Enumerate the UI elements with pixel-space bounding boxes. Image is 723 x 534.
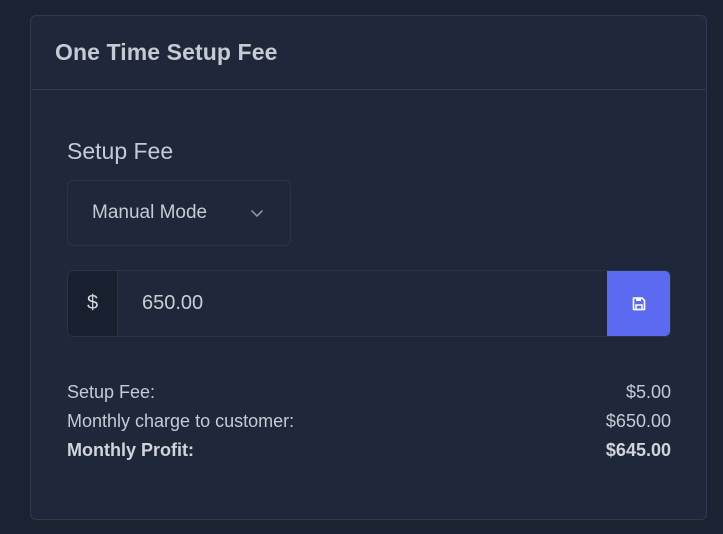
currency-prefix: $ [68, 271, 118, 336]
setup-fee-card: One Time Setup Fee Setup Fee Manual Mode… [30, 15, 707, 520]
mode-select[interactable]: Manual Mode [67, 180, 291, 246]
summary-row-setup-fee: Setup Fee: $5.00 [67, 378, 671, 407]
summary-label: Monthly charge to customer: [67, 411, 295, 431]
mode-select-value: Manual Mode [92, 202, 208, 223]
card-header: One Time Setup Fee [31, 16, 706, 90]
summary-label: Monthly Profit: [67, 440, 194, 460]
summary-value: $5.00 [625, 382, 671, 402]
summary-row-monthly-profit: Monthly Profit: $645.00 [67, 436, 671, 465]
save-button[interactable] [607, 271, 670, 336]
floppy-disk-icon [632, 296, 645, 310]
section-title: Setup Fee [67, 138, 174, 164]
summary-row-monthly-charge: Monthly charge to customer: $650.00 [67, 407, 671, 436]
amount-input-group: $ [67, 270, 671, 337]
fee-summary: Setup Fee: $5.00 Monthly charge to custo… [67, 378, 671, 465]
summary-label: Setup Fee: [67, 382, 156, 402]
chevron-down-icon [251, 210, 263, 217]
amount-input[interactable] [118, 271, 607, 336]
summary-value: $650.00 [605, 411, 671, 431]
summary-value: $645.00 [605, 440, 671, 460]
card-title: One Time Setup Fee [55, 39, 278, 65]
